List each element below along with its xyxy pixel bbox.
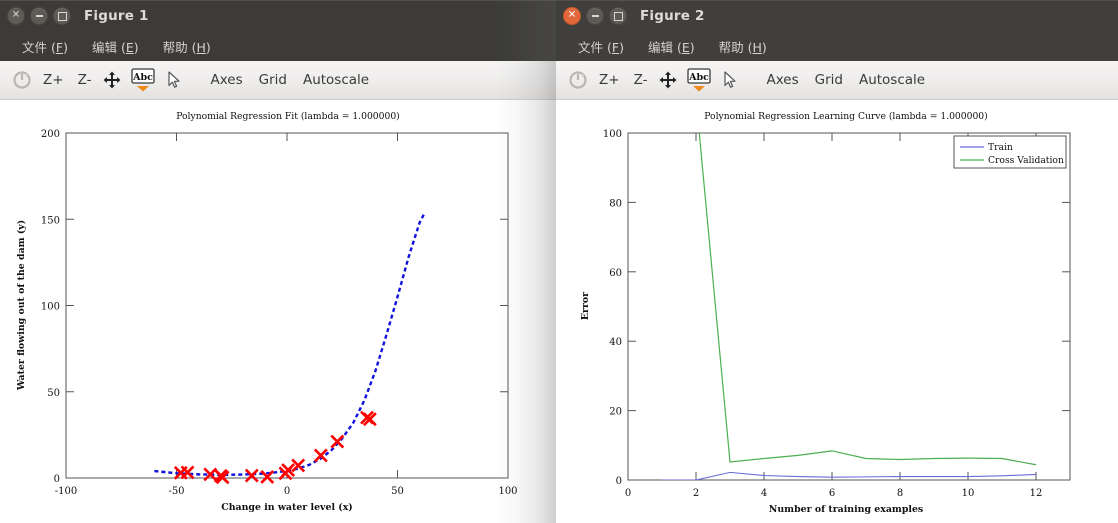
x-tick-3: 50 [391, 486, 404, 497]
x-tick-1: -50 [168, 486, 184, 497]
grid-button[interactable]: Grid [807, 65, 851, 95]
menu-file[interactable]: 文件 (F) [566, 34, 636, 59]
y-tick-3: 60 [609, 268, 622, 279]
figure-2-menubar: 文件 (F) 编辑 (E) 帮助 (H) [556, 31, 1118, 61]
x-tick-1: 2 [693, 488, 699, 499]
menu-edit-accel: E [681, 39, 690, 55]
polynomial-regression-fit-plot[interactable]: Polynomial Regression Fit (lambda = 1.00… [0, 100, 556, 523]
figure-2-toolbar: Z+ Z- Abc Axes Grid Autoscale [556, 61, 1118, 100]
x-tick-4: 100 [498, 486, 517, 497]
menu-file-label: 文件 [578, 39, 604, 55]
x-tick-2: 4 [761, 488, 767, 499]
abc-text-icon[interactable]: Abc [126, 65, 160, 95]
figure-1-window[interactable]: ✕ Figure 1 文件 (F) 编辑 (E) 帮助 (H) Z+ Z- Ab… [0, 0, 556, 523]
menu-file[interactable]: 文件 (F) [10, 34, 80, 59]
minimize-icon[interactable] [586, 7, 604, 25]
grid-button[interactable]: Grid [251, 65, 295, 95]
chart-legend[interactable]: Train Cross Validation [953, 135, 1067, 169]
x-tick-5: 10 [962, 488, 975, 499]
figure-1-menubar: 文件 (F) 编辑 (E) 帮助 (H) [0, 31, 556, 61]
axes-button[interactable]: Axes [758, 65, 806, 95]
menu-edit[interactable]: 编辑 (E) [80, 34, 151, 59]
x-tick-0: 0 [625, 488, 631, 499]
y-tick-2: 100 [41, 302, 60, 313]
four-way-pan-icon[interactable] [98, 65, 126, 95]
y-tick-1: 20 [609, 407, 622, 418]
x-tick-4: 8 [897, 488, 903, 499]
learning-curve-plot[interactable]: Polynomial Regression Learning Curve (la… [556, 100, 1118, 523]
figure-1-titlebar[interactable]: ✕ Figure 1 [0, 0, 556, 31]
axes-button[interactable]: Axes [202, 65, 250, 95]
menu-help-label: 帮助 [718, 39, 744, 55]
learning-curve-chart-svg: Polynomial Regression Learning Curve (la… [556, 100, 1118, 523]
menu-edit-label: 编辑 [647, 39, 673, 55]
y-tick-4: 80 [609, 198, 622, 209]
minimize-icon[interactable] [30, 7, 48, 25]
chart-title: Polynomial Regression Fit (lambda = 1.00… [176, 111, 400, 122]
legend-label-cv: Cross Validation [988, 155, 1064, 166]
figure-2-window[interactable]: ✕ Figure 2 文件 (F) 编辑 (E) 帮助 (H) Z+ Z- Ab… [556, 0, 1118, 523]
menu-file-accel: F [611, 39, 620, 55]
x-tick-2: 0 [284, 486, 290, 497]
close-icon[interactable]: ✕ [563, 7, 581, 25]
window-controls-2: ✕ [556, 7, 627, 25]
menu-file-label: 文件 [22, 39, 48, 55]
x-axis-label: Number of training examples [769, 504, 923, 515]
window-title: Figure 2 [640, 8, 705, 24]
y-axis-label: Water flowing out of the dam (y) [16, 220, 27, 391]
autoscale-button[interactable]: Autoscale [295, 65, 377, 95]
svg-text:Abc: Abc [133, 72, 154, 83]
menu-file-accel: F [55, 39, 64, 55]
svg-text:Abc: Abc [689, 72, 710, 83]
y-tick-3: 150 [41, 215, 60, 226]
zoom-in-button[interactable]: Z+ [592, 65, 627, 95]
menu-edit[interactable]: 编辑 (E) [636, 34, 707, 59]
menu-help[interactable]: 帮助 (H) [707, 34, 779, 59]
x-tick-3: 6 [829, 488, 835, 499]
close-icon[interactable]: ✕ [7, 7, 25, 25]
zoom-out-button[interactable]: Z- [627, 65, 655, 95]
menu-help-accel: H [196, 39, 206, 55]
y-tick-5: 100 [603, 129, 622, 140]
abc-text-icon[interactable]: Abc [682, 65, 716, 95]
pointer-arrow-icon[interactable] [716, 65, 744, 95]
y-tick-2: 40 [609, 337, 622, 348]
x-axis-label: Change in water level (x) [221, 502, 352, 513]
legend-label-train: Train [988, 142, 1013, 153]
y-tick-0: 0 [54, 474, 60, 485]
zoom-in-button[interactable]: Z+ [36, 65, 71, 95]
menu-edit-accel: E [125, 39, 134, 55]
autoscale-button[interactable]: Autoscale [851, 65, 933, 95]
y-tick-1: 50 [47, 388, 60, 399]
rotate-reset-icon[interactable] [564, 65, 592, 95]
four-way-pan-icon[interactable] [654, 65, 682, 95]
y-axis-label: Error [580, 291, 591, 320]
rotate-reset-icon[interactable] [8, 65, 36, 95]
menu-help[interactable]: 帮助 (H) [151, 34, 223, 59]
pointer-arrow-icon[interactable] [160, 65, 188, 95]
window-title: Figure 1 [84, 8, 149, 24]
chart-title: Polynomial Regression Learning Curve (la… [704, 111, 988, 122]
zoom-out-button[interactable]: Z- [71, 65, 99, 95]
y-tick-0: 0 [616, 476, 622, 487]
maximize-icon[interactable] [609, 7, 627, 25]
window-controls-1: ✕ [0, 7, 71, 25]
menu-help-label: 帮助 [162, 39, 188, 55]
y-tick-4: 200 [41, 129, 60, 140]
x-tick-0: -100 [55, 486, 77, 497]
fit-chart-svg: Polynomial Regression Fit (lambda = 1.00… [0, 100, 556, 523]
figure-1-toolbar: Z+ Z- Abc Axes Grid Autoscale [0, 61, 556, 100]
menu-help-accel: H [752, 39, 762, 55]
maximize-icon[interactable] [53, 7, 71, 25]
menu-edit-label: 编辑 [91, 39, 117, 55]
x-tick-6: 12 [1030, 488, 1043, 499]
figure-2-titlebar[interactable]: ✕ Figure 2 [556, 0, 1118, 31]
